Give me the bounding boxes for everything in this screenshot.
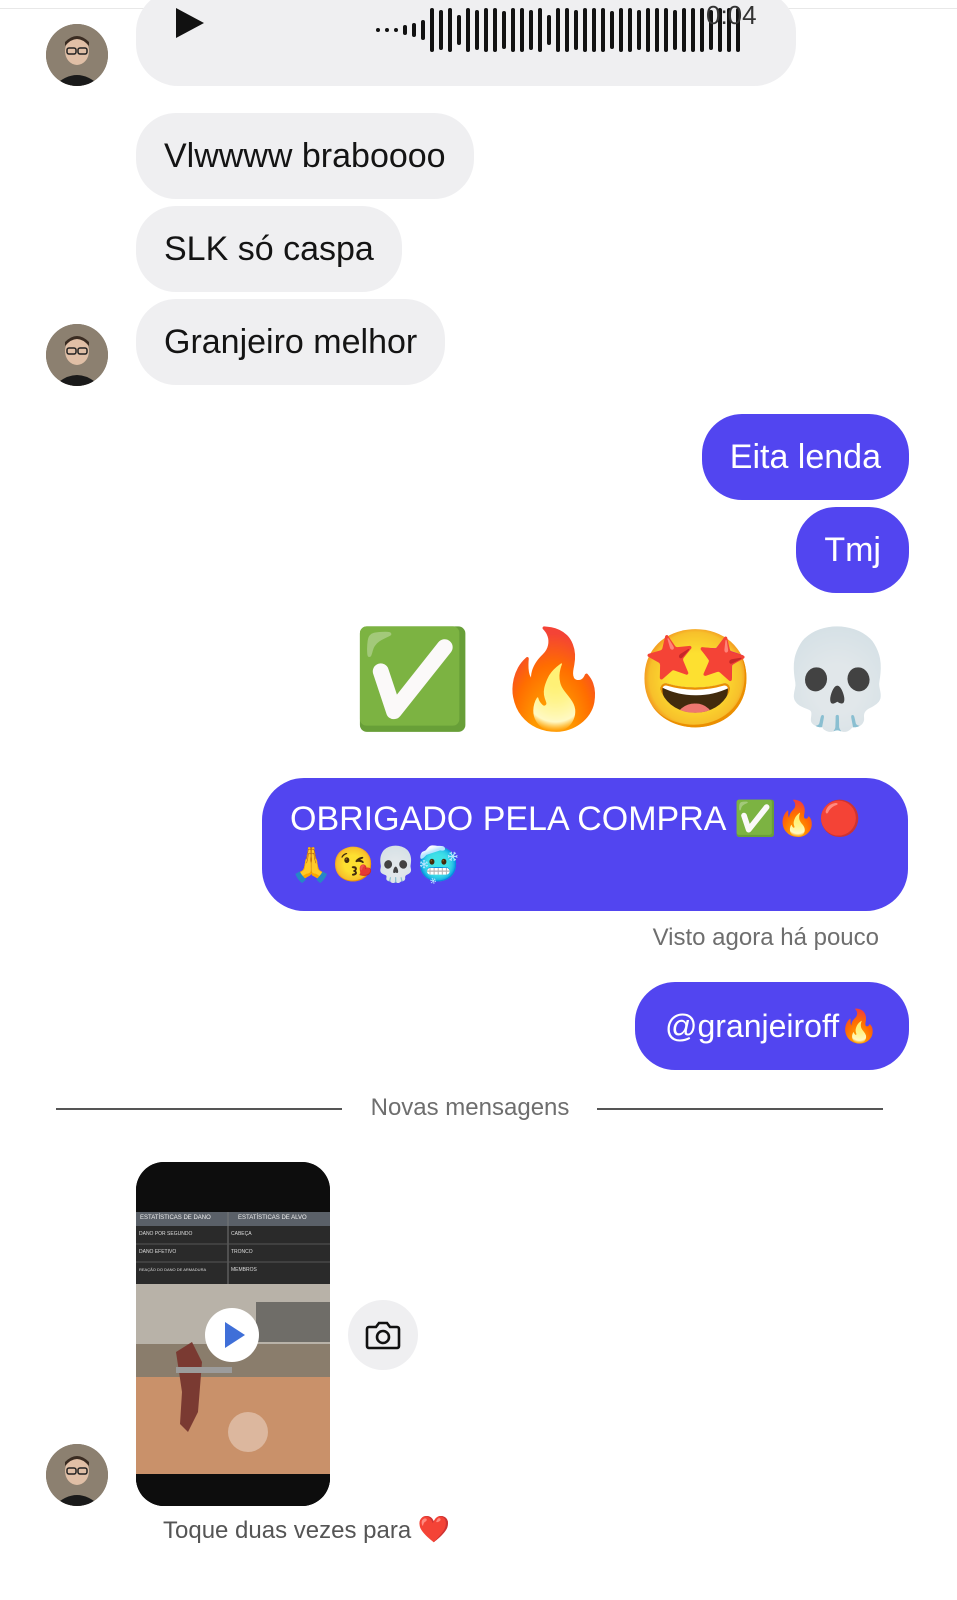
waveform-bar [412, 23, 416, 37]
check-emoji: ✅ [352, 626, 473, 733]
star-struck-emoji: 🤩 [635, 626, 756, 733]
waveform-bar [538, 8, 542, 52]
waveform-bar [448, 8, 452, 52]
audio-waveform[interactable] [376, 8, 740, 52]
camera-icon [365, 1321, 401, 1350]
message-text: SLK só caspa [164, 230, 374, 268]
waveform-bar [583, 8, 587, 52]
message-text: Eita lenda [729, 438, 881, 476]
waveform-bar [376, 28, 380, 32]
waveform-bar [565, 8, 569, 52]
stat-row: MEMBROS [231, 1267, 257, 1273]
waveform-bar [673, 10, 677, 50]
play-icon [225, 1322, 245, 1348]
emoji-message[interactable]: ✅ 🔥 🤩 💀 [353, 632, 897, 728]
camera-button[interactable] [348, 1300, 418, 1370]
waveform-bar [592, 8, 596, 52]
message-text: @granjeiroff🔥 [664, 1008, 879, 1044]
stat-header: ESTATÍSTICAS DE DANO [140, 1215, 211, 1221]
message-text: Granjeiro melhor [164, 323, 418, 361]
stat-header: ESTATÍSTICAS DE ALVO [238, 1215, 307, 1221]
waveform-bar [502, 11, 506, 49]
waveform-bar [556, 8, 560, 52]
hint-text: Toque duas vezes para [163, 1517, 412, 1544]
waveform-bar [430, 8, 434, 52]
play-button[interactable] [205, 1308, 259, 1362]
outgoing-message[interactable]: @granjeiroff🔥 [634, 982, 909, 1070]
waveform-bar [439, 10, 443, 50]
play-icon[interactable] [174, 6, 206, 40]
waveform-bar [547, 15, 551, 45]
stat-row: TRONCO [231, 1249, 253, 1255]
avatar[interactable] [46, 24, 108, 86]
skull-emoji: 💀 [777, 626, 897, 733]
waveform-bar [700, 8, 704, 52]
waveform-bar [637, 10, 641, 50]
incoming-message[interactable]: SLK só caspa [136, 206, 402, 292]
double-tap-hint: Toque duas vezes para ❤️ [163, 1514, 450, 1545]
waveform-bar [574, 10, 578, 50]
waveform-bar [646, 8, 650, 52]
waveform-bar [682, 8, 686, 52]
divider-line-right [597, 1108, 883, 1110]
fire-emoji: 🔥 [494, 626, 614, 733]
waveform-bar [403, 25, 407, 35]
outgoing-message[interactable]: Tmj [796, 507, 909, 593]
avatar[interactable] [46, 324, 108, 386]
waveform-bar [493, 8, 497, 52]
stat-row: CABEÇA [231, 1231, 252, 1237]
waveform-bar [619, 8, 623, 52]
waveform-bar [511, 8, 515, 52]
seen-status: Visto agora há pouco [652, 924, 879, 951]
waveform-bar [484, 8, 488, 52]
incoming-message[interactable]: Granjeiro melhor [136, 299, 446, 385]
waveform-bar [655, 8, 659, 52]
heart-icon: ❤️ [417, 1514, 451, 1544]
message-text: Tmj [824, 531, 881, 569]
waveform-bar [466, 8, 470, 52]
waveform-bar [457, 15, 461, 45]
incoming-message[interactable]: Vlwwww braboooo [136, 113, 474, 199]
avatar[interactable] [46, 1444, 108, 1506]
voice-message-bubble[interactable]: 0:04 [136, 0, 796, 86]
waveform-bar [610, 11, 614, 49]
stat-row: DANO POR SEGUNDO [139, 1231, 193, 1237]
waveform-bar [529, 10, 533, 50]
waveform-bar [691, 8, 695, 52]
outgoing-message[interactable]: OBRIGADO PELA COMPRA ✅🔥🔴🙏😘💀🥶 [262, 778, 908, 911]
waveform-bar [664, 8, 668, 52]
message-text: Vlwwww braboooo [164, 137, 446, 175]
waveform-bar [385, 28, 389, 32]
waveform-bar [520, 8, 524, 52]
outgoing-message[interactable]: Eita lenda [701, 414, 909, 500]
video-message[interactable]: ESTATÍSTICAS DE DANO ESTATÍSTICAS DE ALV… [136, 1162, 330, 1506]
waveform-bar [475, 10, 479, 50]
voice-duration: 0:04 [706, 0, 757, 30]
waveform-bar [394, 28, 398, 32]
stat-row: DANO EFETIVO [139, 1249, 177, 1255]
message-text: OBRIGADO PELA COMPRA ✅🔥🔴🙏😘💀🥶 [290, 800, 862, 884]
waveform-bar [628, 8, 632, 52]
waveform-bar [601, 8, 605, 52]
waveform-bar [421, 20, 425, 40]
stat-row: REAÇÃO DO DANO DE ARMADURA [139, 1267, 207, 1272]
